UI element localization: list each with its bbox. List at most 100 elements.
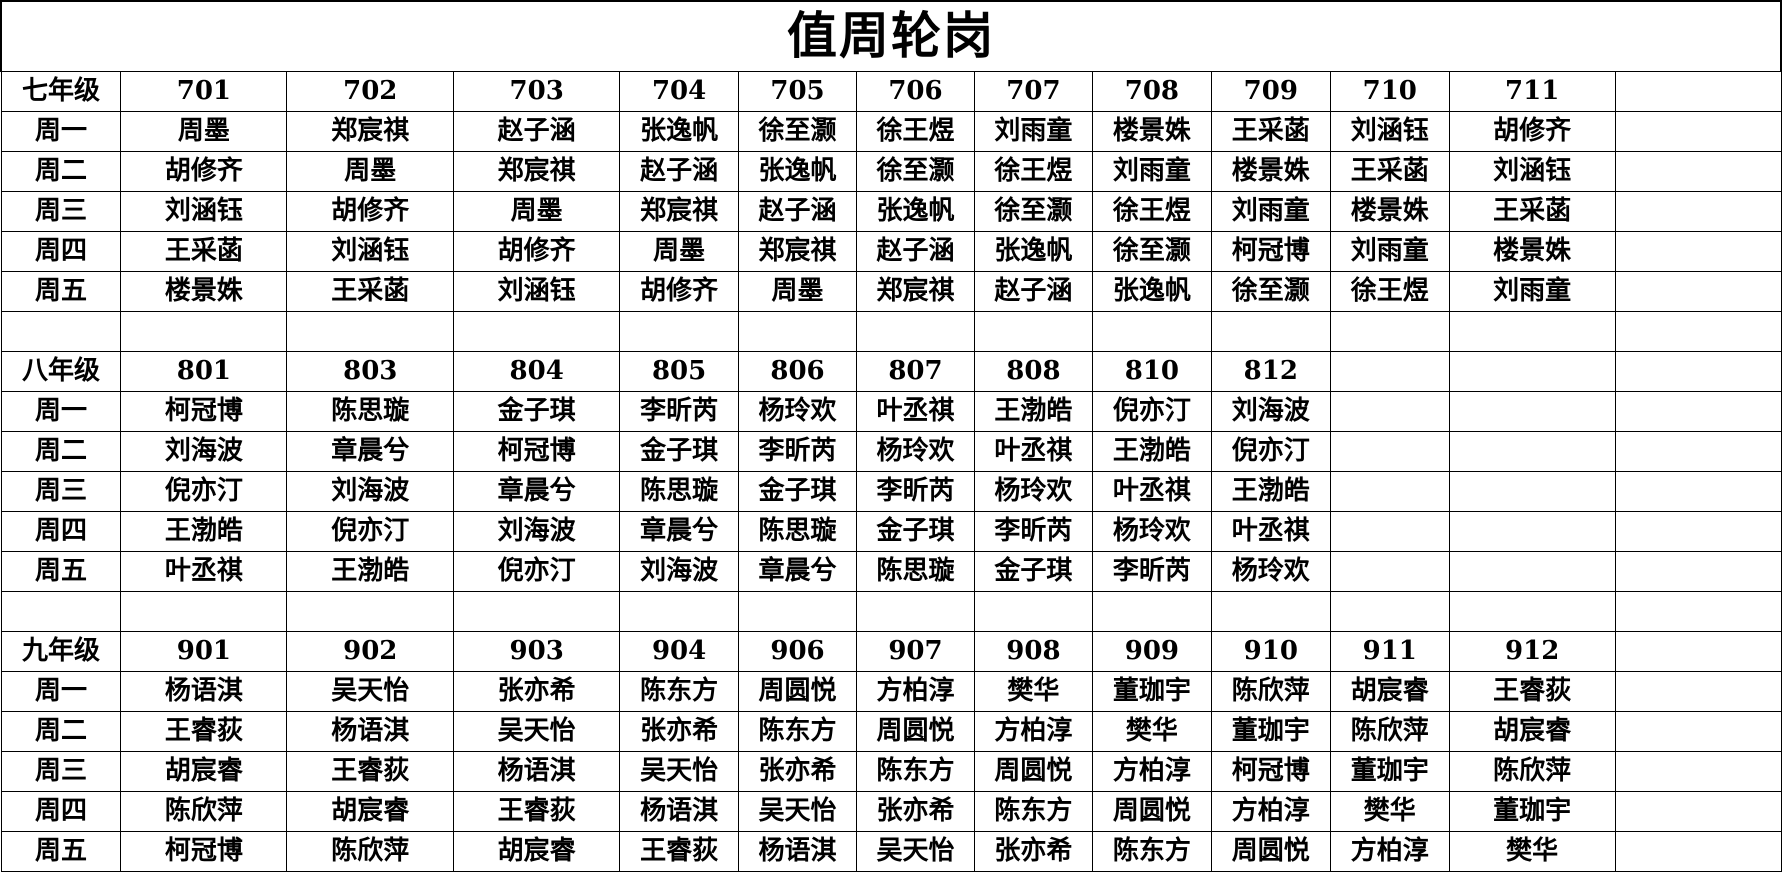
empty-cell[interactable] <box>0 310 122 352</box>
empty-cell[interactable] <box>619 310 740 352</box>
student-cell[interactable]: 董珈宇 <box>1091 670 1212 712</box>
page-title[interactable]: 值周轮岗 <box>0 0 1782 72</box>
student-cell[interactable]: 楼景姝 <box>1329 190 1450 232</box>
student-cell[interactable]: 柯冠博 <box>1210 230 1331 272</box>
student-cell[interactable]: 柯冠博 <box>120 390 288 432</box>
student-cell[interactable]: 刘雨童 <box>1329 230 1450 272</box>
class-number-cell[interactable]: 906 <box>738 630 857 672</box>
student-cell[interactable]: 楼景姝 <box>1448 230 1616 272</box>
student-cell[interactable]: 陈东方 <box>738 710 857 752</box>
student-cell[interactable]: 楼景姝 <box>120 270 288 312</box>
student-cell[interactable]: 胡修齐 <box>453 230 621 272</box>
class-number-cell[interactable]: 703 <box>453 70 621 112</box>
empty-cell[interactable] <box>619 590 740 632</box>
student-cell[interactable]: 胡宸睿 <box>286 790 455 832</box>
student-cell[interactable]: 王睿荻 <box>619 830 740 872</box>
student-cell[interactable]: 董珈宇 <box>1210 710 1331 752</box>
student-cell[interactable]: 徐王煜 <box>1329 270 1450 312</box>
student-cell[interactable]: 刘涵钰 <box>1329 110 1450 152</box>
student-cell[interactable]: 张逸帆 <box>973 230 1093 272</box>
class-number-cell[interactable]: 807 <box>856 350 975 392</box>
class-number-cell[interactable]: 711 <box>1448 70 1616 112</box>
student-cell[interactable]: 章晨兮 <box>286 430 455 472</box>
empty-cell[interactable] <box>738 590 857 632</box>
student-cell[interactable]: 周墨 <box>286 150 455 192</box>
student-cell[interactable]: 刘涵钰 <box>286 230 455 272</box>
student-cell[interactable]: 胡修齐 <box>619 270 740 312</box>
empty-cell[interactable] <box>738 310 857 352</box>
student-cell[interactable] <box>1329 510 1450 552</box>
empty-cell[interactable] <box>453 310 621 352</box>
student-cell[interactable]: 赵子涵 <box>856 230 975 272</box>
student-cell[interactable] <box>1614 430 1782 472</box>
student-cell[interactable] <box>1329 550 1450 592</box>
student-cell[interactable] <box>1614 710 1782 752</box>
student-cell[interactable]: 杨语淇 <box>286 710 455 752</box>
student-cell[interactable]: 刘海波 <box>120 430 288 472</box>
student-cell[interactable]: 樊华 <box>973 670 1093 712</box>
student-cell[interactable]: 张亦希 <box>856 790 975 832</box>
day-label[interactable]: 周三 <box>0 470 122 512</box>
empty-cell[interactable] <box>286 590 455 632</box>
student-cell[interactable]: 刘雨童 <box>1091 150 1212 192</box>
class-number-cell[interactable]: 701 <box>120 70 288 112</box>
student-cell[interactable] <box>1614 390 1782 432</box>
student-cell[interactable]: 胡修齐 <box>286 190 455 232</box>
student-cell[interactable]: 倪亦汀 <box>1091 390 1212 432</box>
student-cell[interactable] <box>1614 830 1782 872</box>
student-cell[interactable]: 陈思璇 <box>286 390 455 432</box>
student-cell[interactable]: 张逸帆 <box>738 150 857 192</box>
empty-cell[interactable] <box>973 310 1093 352</box>
empty-cell[interactable] <box>1091 590 1212 632</box>
student-cell[interactable]: 叶丞祺 <box>1091 470 1212 512</box>
student-cell[interactable] <box>1614 470 1782 512</box>
student-cell[interactable]: 刘涵钰 <box>1448 150 1616 192</box>
class-number-cell[interactable]: 801 <box>120 350 288 392</box>
student-cell[interactable]: 陈欣萍 <box>120 790 288 832</box>
student-cell[interactable]: 刘海波 <box>619 550 740 592</box>
student-cell[interactable]: 王渤皓 <box>1210 470 1331 512</box>
student-cell[interactable]: 章晨兮 <box>453 470 621 512</box>
empty-cell[interactable] <box>1210 590 1331 632</box>
student-cell[interactable]: 陈欣萍 <box>1329 710 1450 752</box>
student-cell[interactable]: 王睿荻 <box>1448 670 1616 712</box>
student-cell[interactable]: 金子琪 <box>619 430 740 472</box>
class-number-cell[interactable]: 908 <box>973 630 1093 672</box>
student-cell[interactable]: 周圆悦 <box>973 750 1093 792</box>
day-label[interactable]: 周四 <box>0 790 122 832</box>
class-number-cell[interactable]: 803 <box>286 350 455 392</box>
student-cell[interactable]: 徐至灏 <box>973 190 1093 232</box>
student-cell[interactable]: 李昕芮 <box>1091 550 1212 592</box>
class-number-cell[interactable]: 806 <box>738 350 857 392</box>
student-cell[interactable]: 王渤皓 <box>973 390 1093 432</box>
student-cell[interactable]: 董珈宇 <box>1448 790 1616 832</box>
student-cell[interactable] <box>1448 550 1616 592</box>
empty-cell[interactable] <box>1091 310 1212 352</box>
empty-cell[interactable] <box>1210 310 1331 352</box>
student-cell[interactable]: 周墨 <box>738 270 857 312</box>
grade-label[interactable]: 七年级 <box>0 70 122 112</box>
student-cell[interactable] <box>1448 510 1616 552</box>
class-number-cell[interactable]: 708 <box>1091 70 1212 112</box>
student-cell[interactable]: 吴天怡 <box>738 790 857 832</box>
day-label[interactable]: 周一 <box>0 390 122 432</box>
student-cell[interactable]: 胡宸睿 <box>1329 670 1450 712</box>
empty-cell[interactable] <box>1329 590 1450 632</box>
student-cell[interactable]: 周圆悦 <box>856 710 975 752</box>
student-cell[interactable]: 刘雨童 <box>1448 270 1616 312</box>
class-number-cell[interactable]: 704 <box>619 70 740 112</box>
student-cell[interactable]: 王睿荻 <box>453 790 621 832</box>
student-cell[interactable]: 陈欣萍 <box>1210 670 1331 712</box>
empty-cell[interactable] <box>1614 590 1782 632</box>
day-label[interactable]: 周三 <box>0 750 122 792</box>
student-cell[interactable] <box>1448 430 1616 472</box>
class-number-cell[interactable]: 709 <box>1210 70 1331 112</box>
class-number-cell[interactable]: 705 <box>738 70 857 112</box>
student-cell[interactable]: 吴天怡 <box>453 710 621 752</box>
student-cell[interactable]: 胡宸睿 <box>120 750 288 792</box>
student-cell[interactable] <box>1614 670 1782 712</box>
student-cell[interactable]: 王采菡 <box>120 230 288 272</box>
student-cell[interactable]: 金子琪 <box>856 510 975 552</box>
class-number-cell[interactable] <box>1448 350 1616 392</box>
day-label[interactable]: 周五 <box>0 270 122 312</box>
